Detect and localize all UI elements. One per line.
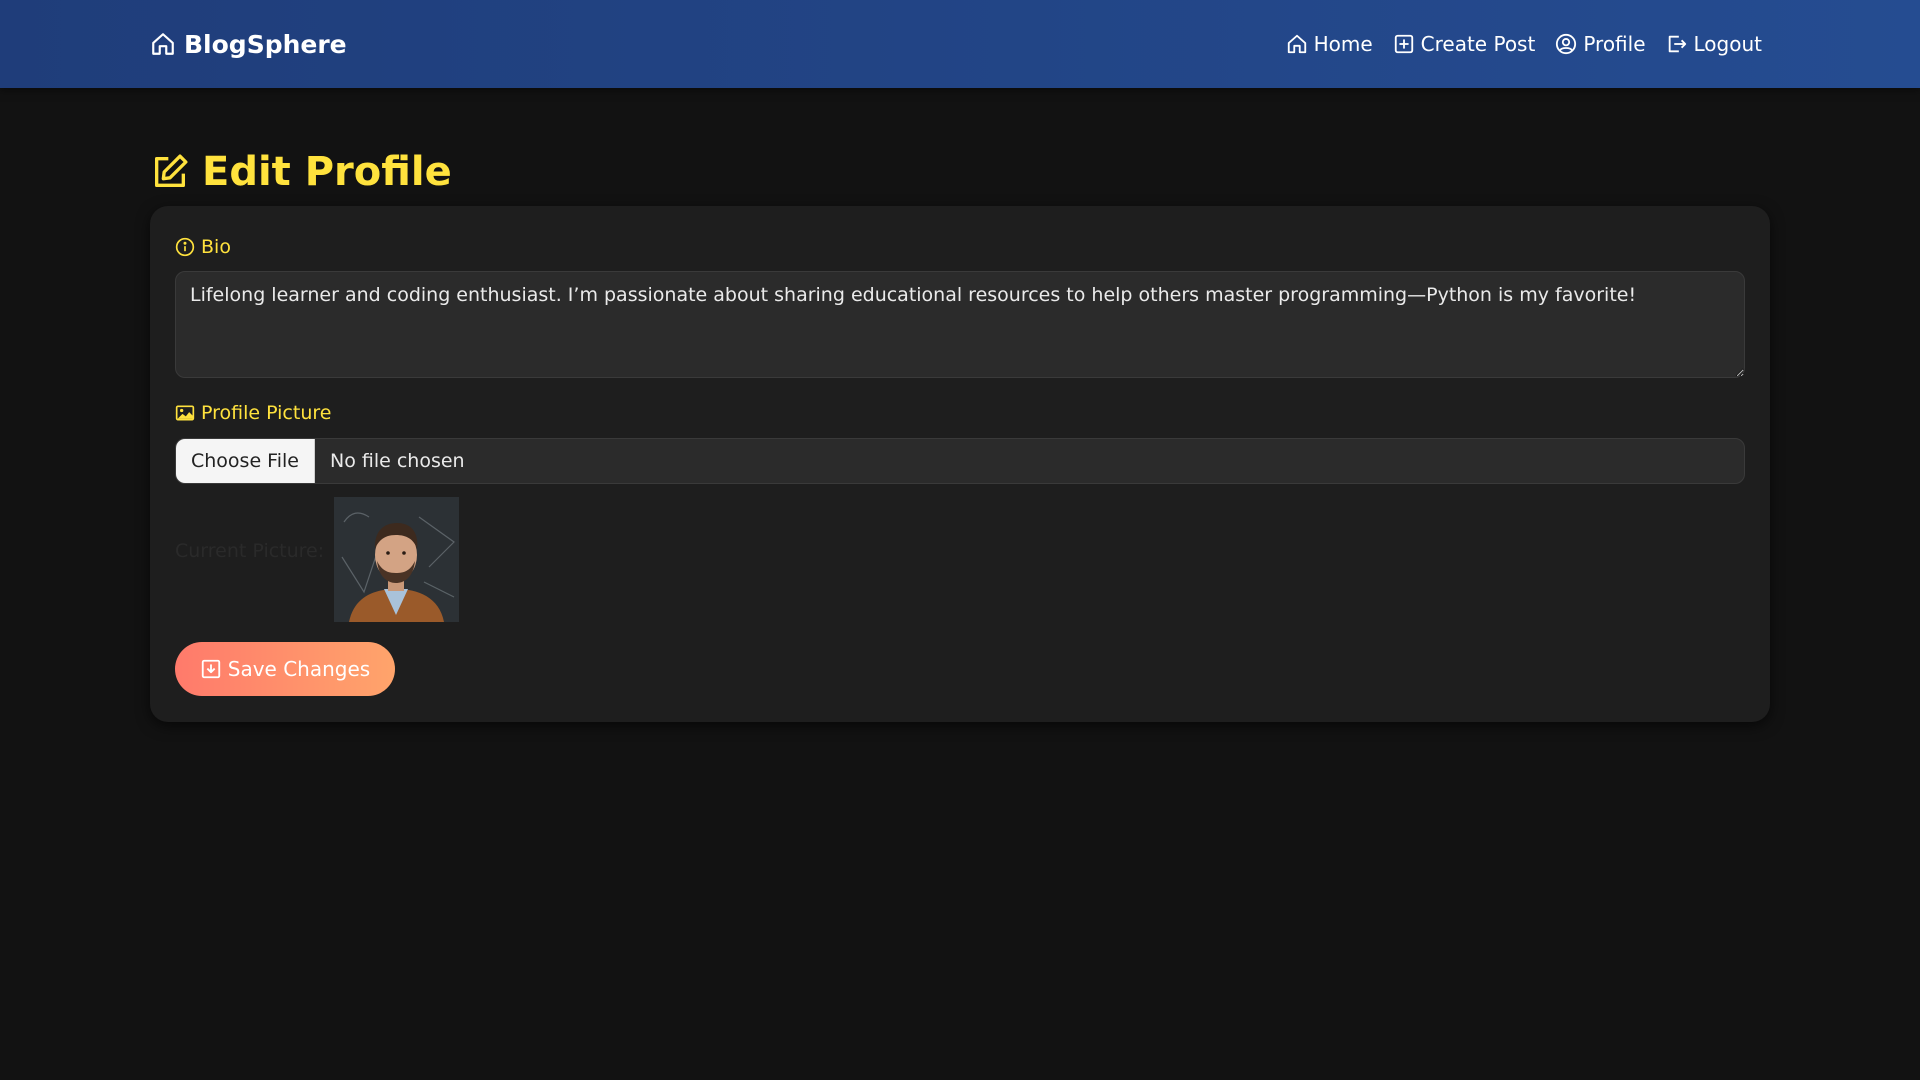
profile-picture-file-input[interactable]: Choose File No file chosen — [175, 438, 1745, 484]
nav-profile-label: Profile — [1583, 32, 1646, 56]
choose-file-button[interactable]: Choose File — [176, 439, 315, 483]
bio-textarea[interactable]: Lifelong learner and coding enthusiast. … — [175, 271, 1745, 378]
save-changes-button[interactable]: Save Changes — [175, 642, 395, 696]
edit-icon — [155, 154, 188, 187]
brand-link[interactable]: BlogSphere — [150, 27, 347, 61]
home-icon — [1287, 34, 1306, 54]
current-profile-picture — [334, 497, 459, 622]
navbar: BlogSphere Home Create Post Profile Logo… — [0, 0, 1920, 88]
nav-logout-link[interactable]: Logout — [1666, 32, 1762, 56]
profile-picture-label: Profile Picture — [175, 399, 331, 427]
plus-square-icon — [1394, 34, 1413, 54]
bio-label-text: Bio — [201, 236, 231, 258]
nav-profile-link[interactable]: Profile — [1555, 32, 1646, 56]
info-icon — [175, 237, 195, 257]
current-picture-label: Current Picture: — [175, 540, 325, 562]
home-icon — [152, 33, 174, 55]
save-download-icon — [201, 659, 220, 679]
brand-name: BlogSphere — [184, 29, 347, 59]
page-title-text: Edit Profile — [202, 149, 452, 195]
nav-links: Home Create Post Profile Logout — [1286, 27, 1762, 61]
nav-home-link[interactable]: Home — [1286, 32, 1373, 56]
nav-create-post-label: Create Post — [1420, 32, 1536, 56]
edit-profile-form: Bio Lifelong learner and coding enthusia… — [150, 206, 1770, 722]
page-title: Edit Profile — [150, 146, 452, 198]
image-icon — [175, 405, 195, 421]
file-status: No file chosen — [329, 450, 465, 472]
nav-create-post-link[interactable]: Create Post — [1393, 32, 1536, 56]
nav-logout-label: Logout — [1693, 32, 1762, 56]
bio-label: Bio — [175, 233, 231, 261]
nav-home-label: Home — [1313, 32, 1373, 56]
logout-icon — [1668, 35, 1686, 53]
user-circle-icon — [1556, 33, 1577, 55]
save-changes-label: Save Changes — [227, 657, 371, 681]
profile-picture-label-text: Profile Picture — [201, 402, 332, 424]
